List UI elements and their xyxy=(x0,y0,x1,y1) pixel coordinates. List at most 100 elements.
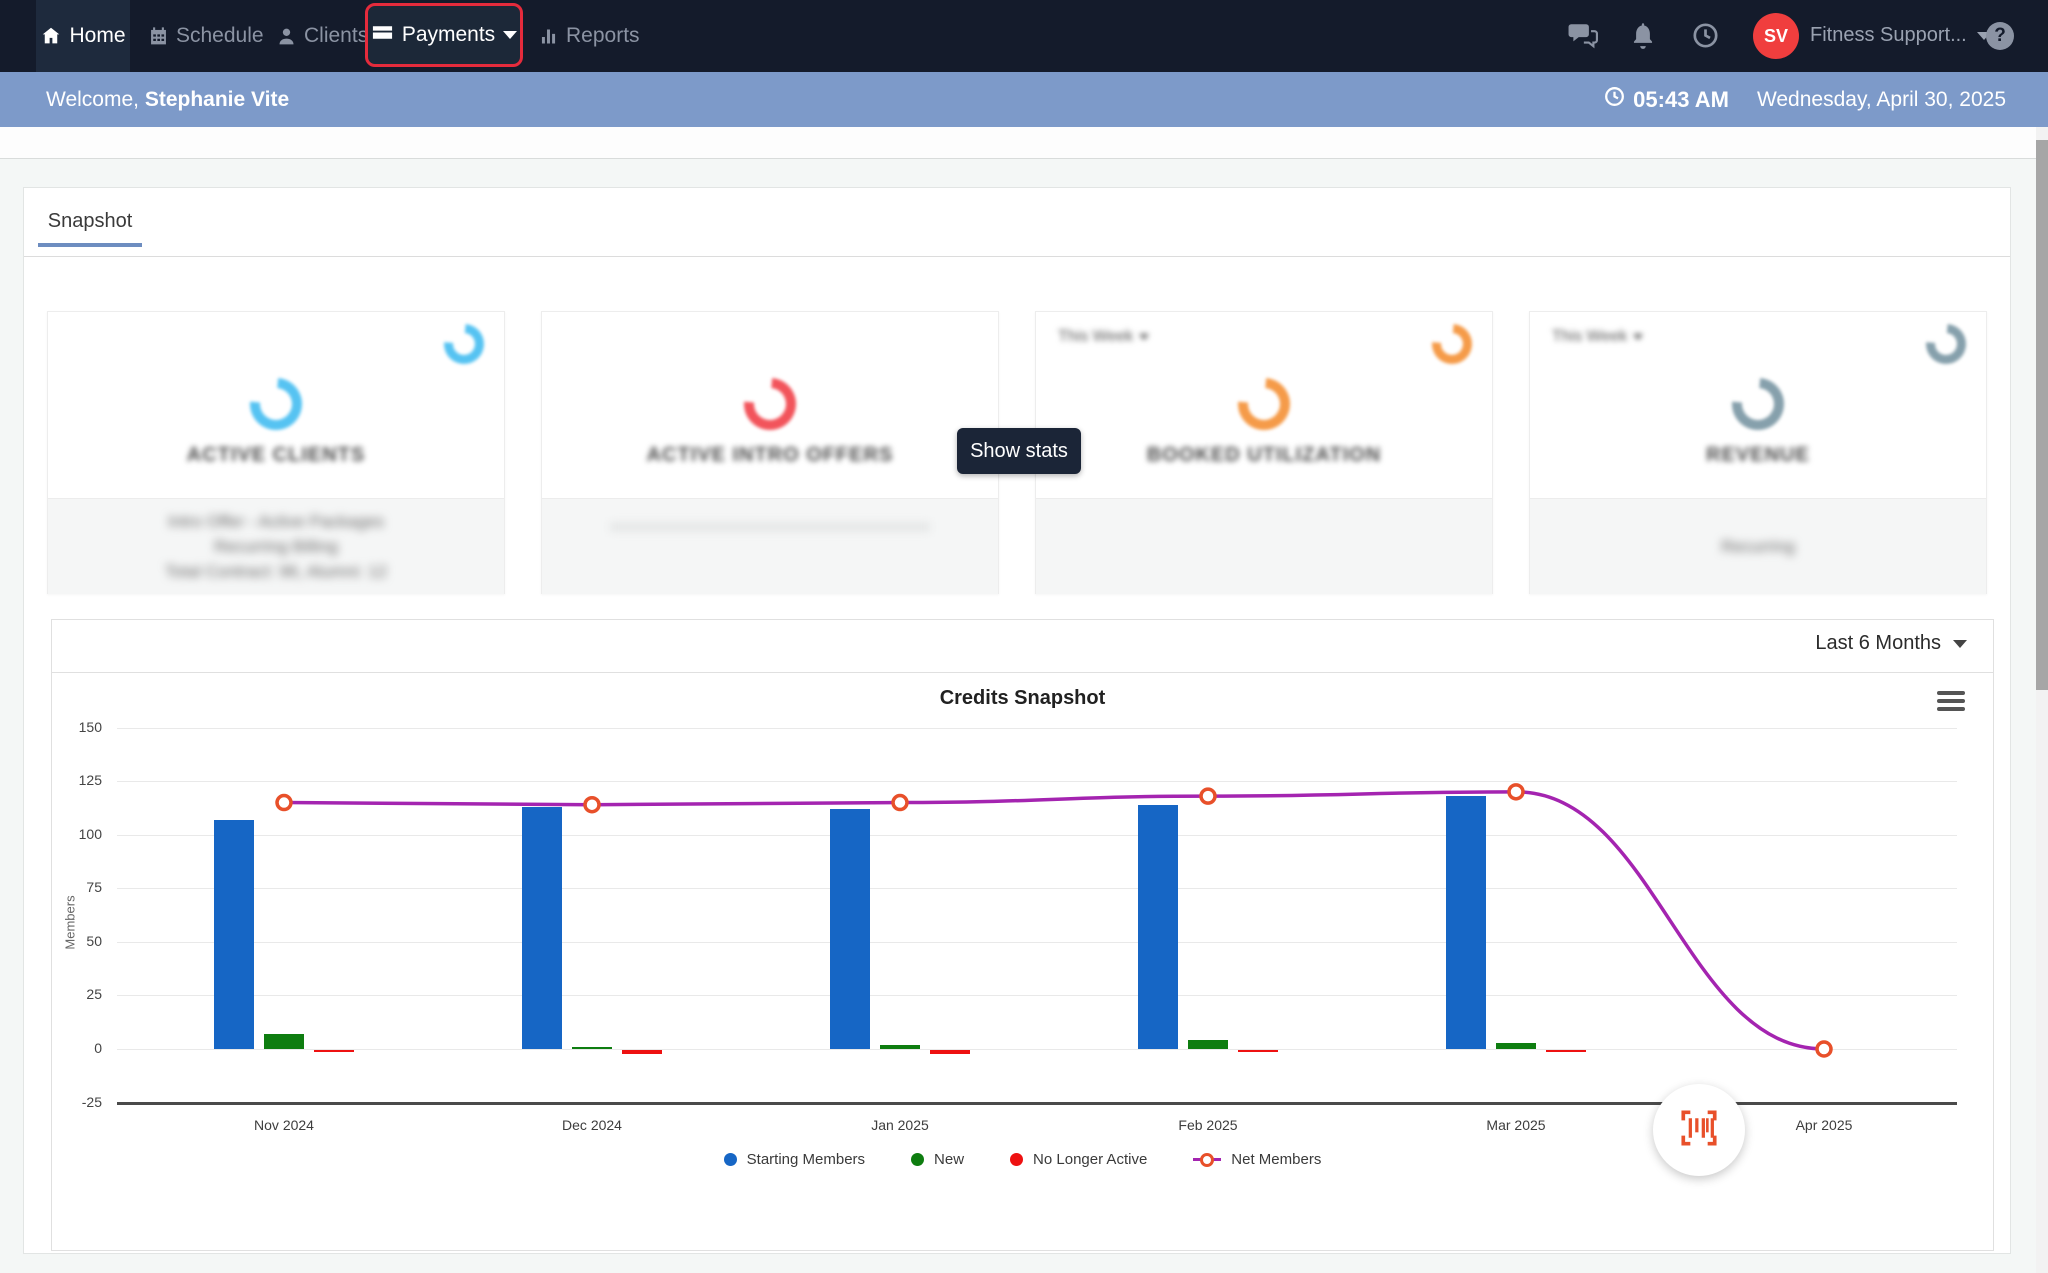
welcome-message: Welcome, Stephanie Vite xyxy=(46,87,290,111)
legend-label: Starting Members xyxy=(746,1151,866,1168)
stat-card-active-intro-offers[interactable]: ACTIVE INTRO OFFERS xyxy=(541,311,999,594)
nav-item-clients[interactable]: Clients xyxy=(276,0,368,72)
legend-marker xyxy=(723,1153,737,1166)
user-name: Stephanie Vite xyxy=(144,87,290,111)
chart-bar xyxy=(1188,1040,1228,1049)
show-stats-button[interactable]: Show stats xyxy=(957,428,1081,474)
gridline xyxy=(117,781,1957,783)
avatar[interactable]: SV xyxy=(1753,13,1799,59)
footer-line: Total Contract: 96, Alumni: 12 xyxy=(164,562,388,581)
range-selector-label: Last 6 Months xyxy=(1815,632,1941,654)
legend-marker xyxy=(1010,1153,1024,1166)
chart-bar xyxy=(314,1050,354,1053)
legend-label: Net Members xyxy=(1231,1151,1322,1168)
help-button[interactable]: ? xyxy=(1986,22,2014,50)
current-date: Wednesday, April 30, 2025 xyxy=(1756,87,2006,111)
stat-card-revenue[interactable]: This Week REVENUE Recurring xyxy=(1529,311,1987,594)
chart-bar xyxy=(522,806,562,1049)
help-icon: ? xyxy=(1994,25,2006,46)
stat-card-booked-utilization[interactable]: This Week BOOKED UTILIZATION xyxy=(1035,311,1493,594)
account-name-label: Fitness Support... xyxy=(1810,24,1967,46)
gridline xyxy=(117,834,1957,836)
clock-icon xyxy=(1604,86,1625,113)
range-selector-dropdown[interactable]: Last 6 Months xyxy=(1815,632,1967,655)
chevron-down-icon xyxy=(1953,639,1967,648)
legend-item: Starting Members xyxy=(723,1151,866,1168)
chart-menu-icon[interactable] xyxy=(1937,691,1965,711)
y-tick-label: 125 xyxy=(78,772,102,789)
x-tick-label: Dec 2024 xyxy=(562,1117,622,1133)
legend-item: No Longer Active xyxy=(1010,1151,1147,1168)
chevron-down-icon xyxy=(1633,334,1644,340)
legend-item: Net Members xyxy=(1193,1151,1321,1168)
nav-item-label: Payments xyxy=(401,23,496,46)
stat-card-title: ACTIVE INTRO OFFERS xyxy=(646,444,894,466)
nav-item-label: Clients xyxy=(304,24,369,47)
chart-bar xyxy=(1138,804,1178,1049)
nav-item-schedule[interactable]: Schedule xyxy=(148,0,264,72)
clock-icon[interactable] xyxy=(1692,22,1719,54)
page-scrollbar-thumb[interactable] xyxy=(2036,140,2048,690)
welcome-bar: Welcome, Stephanie Vite 05:43 AM Wednesd… xyxy=(0,72,2048,127)
y-tick-label: 100 xyxy=(78,825,102,842)
gridline xyxy=(117,888,1957,890)
gridline xyxy=(117,941,1957,943)
chart-bar xyxy=(1546,1050,1586,1053)
stat-card-footer: Intro Offer - Active Packages Recurring … xyxy=(48,498,504,594)
current-time: 05:43 AM xyxy=(1604,86,1729,113)
legend-label: New xyxy=(934,1151,965,1168)
nav-item-label: Schedule xyxy=(176,24,264,47)
y-tick-label: 25 xyxy=(86,986,102,1003)
credits-snapshot-chart: Credits Snapshot Members Starting Member… xyxy=(52,673,1993,1251)
sub-header-strip xyxy=(0,127,2048,159)
x-tick-label: Apr 2025 xyxy=(1795,1117,1853,1133)
person-icon xyxy=(276,26,297,47)
nav-item-payments[interactable]: Payments xyxy=(365,3,523,67)
main-content-card: Snapshot ACTIVE CLIENTS Intro Offer - Ac… xyxy=(23,187,2011,1254)
footer-line: Recurring xyxy=(1721,537,1795,556)
chart-bar xyxy=(214,819,254,1049)
top-navbar: Home Schedule Clients Payments Reports S… xyxy=(0,0,2048,72)
x-tick-label: Mar 2025 xyxy=(1486,1117,1546,1133)
x-tick-label: Nov 2024 xyxy=(254,1117,314,1133)
y-tick-label: 150 xyxy=(78,718,102,735)
home-icon xyxy=(40,25,62,47)
nav-item-home[interactable]: Home xyxy=(36,0,130,72)
chart-title: Credits Snapshot xyxy=(939,687,1106,709)
chart-card-header: Last 6 Months xyxy=(52,620,1993,673)
x-tick-label: Feb 2025 xyxy=(1178,1117,1238,1133)
chart-bar xyxy=(622,1050,662,1055)
chat-icon[interactable] xyxy=(1568,22,1598,55)
gridline xyxy=(117,727,1957,729)
stat-card-active-clients[interactable]: ACTIVE CLIENTS Intro Offer - Active Pack… xyxy=(47,311,505,594)
gridline xyxy=(117,1049,1957,1050)
nav-item-reports[interactable]: Reports xyxy=(538,0,640,72)
chevron-down-icon xyxy=(503,31,518,39)
blurred-footer-content xyxy=(610,521,930,532)
chart-bar xyxy=(1446,796,1486,1049)
chart-bar xyxy=(572,1046,612,1049)
bell-icon[interactable] xyxy=(1630,22,1656,55)
legend-ring xyxy=(1200,1152,1215,1167)
barcode-scan-button[interactable] xyxy=(1653,1084,1745,1176)
y-tick-label: 50 xyxy=(86,932,102,949)
chart-bar xyxy=(1496,1042,1536,1049)
barcode-scan-icon xyxy=(1673,1102,1725,1159)
loading-spinner-icon xyxy=(1423,315,1481,373)
chart-bar xyxy=(1238,1050,1278,1053)
stat-card-title: BOOKED UTILIZATION xyxy=(1146,444,1382,466)
y-axis-label: Members xyxy=(62,895,78,950)
footer-line: Recurring Billing xyxy=(214,537,338,556)
stat-card-footer xyxy=(542,498,998,594)
tab-snapshot[interactable]: Snapshot xyxy=(38,198,142,247)
period-selector[interactable]: This Week xyxy=(1552,328,1644,346)
credits-snapshot-card: Last 6 Months Credits Snapshot Members S… xyxy=(51,619,1994,1251)
stat-card-footer xyxy=(1036,498,1492,594)
legend-marker xyxy=(911,1153,925,1166)
loading-spinner-icon xyxy=(239,367,313,441)
account-menu[interactable]: Fitness Support... xyxy=(1810,24,1991,47)
period-selector[interactable]: This Week xyxy=(1058,328,1150,346)
stat-card-title: ACTIVE CLIENTS xyxy=(186,444,366,466)
bar-chart-icon xyxy=(538,26,559,47)
gridline xyxy=(117,995,1957,997)
